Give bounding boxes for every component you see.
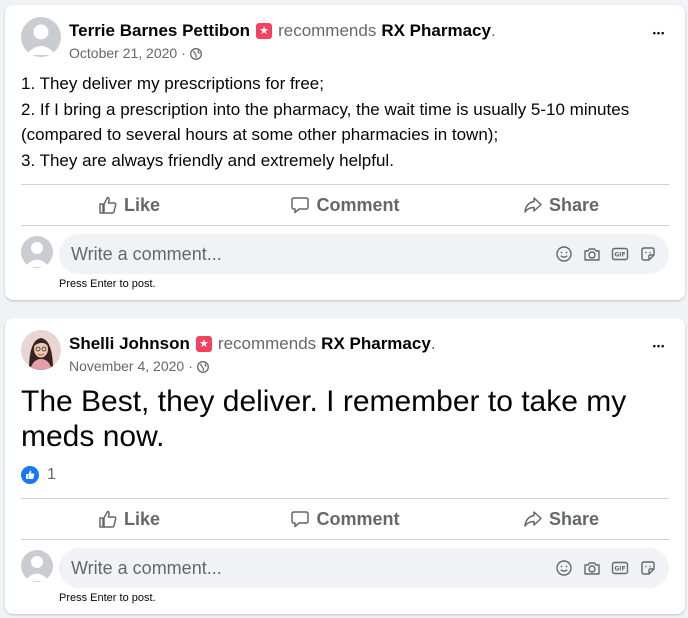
post-header: Shelli Johnson recommends RX Pharmacy . … [21, 330, 669, 374]
action-bar: Like Comment Share [21, 499, 669, 539]
comment-icon [291, 511, 310, 528]
svg-text:GIF: GIF [614, 566, 625, 573]
share-button[interactable]: Share [453, 499, 669, 539]
page-name-link[interactable]: RX Pharmacy [321, 334, 431, 354]
camera-icon[interactable] [583, 245, 603, 265]
comment-button[interactable]: Comment [237, 499, 453, 539]
divider-bottom [21, 225, 669, 226]
share-icon [524, 511, 542, 527]
commenter-avatar [21, 550, 53, 582]
more-options-icon[interactable]: ••• [645, 336, 673, 356]
more-options-icon[interactable]: ••• [645, 23, 673, 43]
share-button[interactable]: Share [453, 185, 669, 225]
globe-icon [196, 360, 209, 373]
comment-placeholder: Write a comment... [71, 558, 222, 578]
gif-icon[interactable]: GIF [611, 559, 631, 579]
comment-composer: Write a comment... GIF [21, 234, 669, 274]
like-icon [99, 510, 117, 528]
svg-text:GIF: GIF [614, 252, 625, 259]
sticker-icon[interactable] [639, 559, 659, 579]
gif-icon[interactable]: GIF [611, 245, 631, 265]
post-card-1: Terrie Barnes Pettibon recommends RX Pha… [5, 5, 685, 300]
comment-composer: Write a comment... GIF [21, 548, 669, 588]
post-card-2: Shelli Johnson recommends RX Pharmacy . … [5, 318, 685, 614]
reaction-count: 1 [47, 466, 56, 483]
like-label: Like [123, 194, 161, 215]
camera-icon[interactable] [583, 559, 603, 579]
comment-placeholder: Write a comment... [71, 244, 222, 264]
title-period: . [490, 21, 496, 40]
author-avatar[interactable] [21, 17, 61, 57]
like-reaction-icon [21, 466, 39, 484]
post-header: Terrie Barnes Pettibon recommends RX Pha… [21, 17, 669, 61]
divider-bottom [21, 539, 669, 540]
author-name[interactable]: Shelli Johnson [69, 334, 190, 354]
body-line-1: 1. They deliver my prescriptions for fre… [21, 74, 324, 93]
action-bar: Like Comment Share [21, 185, 669, 225]
body-line-2: 2. If I bring a prescription into the ph… [21, 99, 630, 145]
recommends-text: recommends [217, 334, 317, 353]
meta-separator: · [181, 45, 186, 61]
comment-label: Comment [316, 508, 400, 529]
share-label: Share [548, 194, 600, 215]
recommend-badge-icon [195, 336, 212, 352]
like-label: Like [123, 508, 161, 529]
author-avatar[interactable] [21, 330, 61, 370]
reaction-summary[interactable]: 1 [21, 466, 56, 484]
like-button[interactable]: Like [21, 185, 237, 225]
comment-button[interactable]: Comment [237, 185, 453, 225]
like-icon [99, 196, 117, 214]
recommends-text: recommends [278, 21, 377, 40]
post-meta: November 4, 2020 · [69, 358, 209, 374]
like-button[interactable]: Like [21, 499, 237, 539]
post-title-line: Shelli Johnson recommends RX Pharmacy . [69, 334, 436, 354]
emoji-icon[interactable] [555, 559, 575, 579]
post-date[interactable]: October 21, 2020 [69, 45, 177, 61]
comment-icon [291, 197, 310, 214]
title-period: . [430, 334, 436, 353]
post-title-line: Terrie Barnes Pettibon recommends RX Pha… [69, 21, 496, 41]
body-line-3: 3. They are always friendly and extremel… [21, 150, 394, 170]
commenter-avatar [21, 236, 53, 268]
author-name[interactable]: Terrie Barnes Pettibon [69, 21, 250, 41]
share-label: Share [548, 508, 600, 529]
comment-label: Comment [316, 194, 400, 215]
press-enter-hint: Press Enter to post. [59, 592, 156, 604]
comment-input[interactable]: Write a comment... GIF [59, 548, 669, 588]
press-enter-hint: Press Enter to post. [59, 278, 156, 290]
comment-input[interactable]: Write a comment... GIF [59, 234, 669, 274]
sticker-icon[interactable] [639, 245, 659, 265]
post-meta: October 21, 2020 · [69, 45, 202, 61]
post-body: The Best, they deliver. I remember to ta… [21, 385, 627, 453]
meta-separator: · [188, 358, 193, 374]
share-icon [524, 197, 542, 213]
post-date[interactable]: November 4, 2020 [69, 358, 184, 374]
recommend-badge-icon [256, 23, 273, 39]
page-name-link[interactable]: RX Pharmacy [381, 21, 491, 41]
post-body: 1. They deliver my prescriptions for fre… [21, 71, 645, 173]
globe-icon [189, 47, 202, 60]
comment-tools: GIF [547, 559, 659, 579]
emoji-icon[interactable] [555, 245, 575, 265]
comment-tools: GIF [547, 245, 659, 265]
